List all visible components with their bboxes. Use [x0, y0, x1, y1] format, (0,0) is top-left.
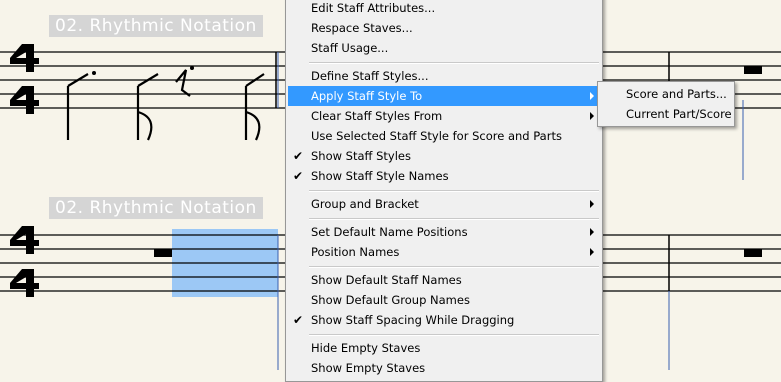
menu-item-show-default-group-names[interactable]: Show Default Group Names	[288, 290, 600, 310]
menu-item-hide-empty-staves[interactable]: Hide Empty Staves	[288, 338, 600, 358]
rhythm-notes	[66, 66, 265, 141]
apply-staff-style-submenu: Score and Parts... Current Part/Score	[597, 81, 735, 127]
menu-item-show-staff-spacing-while-dragging[interactable]: ✔ Show Staff Spacing While Dragging	[288, 310, 600, 330]
menu-item-group-and-bracket[interactable]: Group and Bracket	[288, 194, 600, 214]
menu-separator	[309, 218, 599, 220]
menu-item-apply-staff-style-to[interactable]: Apply Staff Style To	[288, 86, 600, 106]
menu-item-use-selected-staff-style[interactable]: Use Selected Staff Style for Score and P…	[288, 126, 600, 146]
menu-separator	[309, 334, 599, 336]
menu-item-edit-staff-attributes[interactable]: Edit Staff Attributes...	[288, 0, 600, 18]
menu-item-define-staff-styles[interactable]: Define Staff Styles...	[288, 66, 600, 86]
checkmark-icon: ✔	[293, 169, 304, 183]
menu-item-show-empty-staves[interactable]: Show Empty Staves	[288, 358, 600, 378]
submenu-item-score-and-parts[interactable]: Score and Parts...	[600, 84, 732, 104]
menu-item-show-staff-styles[interactable]: ✔ Show Staff Styles	[288, 146, 600, 166]
menu-item-staff-usage[interactable]: Staff Usage...	[288, 38, 600, 58]
submenu-arrow-icon	[590, 228, 594, 236]
staff-2-name[interactable]: 02. Rhythmic Notation	[49, 197, 263, 219]
staff-context-menu: Edit Staff Attributes... Respace Staves.…	[285, 0, 603, 382]
submenu-arrow-icon	[590, 92, 594, 100]
menu-item-position-names[interactable]: Position Names	[288, 242, 600, 262]
staff-1-name[interactable]: 02. Rhythmic Notation	[49, 15, 263, 37]
submenu-arrow-icon	[590, 200, 594, 208]
submenu-item-current-part-score[interactable]: Current Part/Score	[600, 104, 732, 124]
menu-item-respace-staves[interactable]: Respace Staves...	[288, 18, 600, 38]
submenu-arrow-icon	[590, 112, 594, 120]
menu-separator	[309, 266, 599, 268]
checkmark-icon: ✔	[293, 149, 304, 163]
menu-separator	[309, 190, 599, 192]
menu-item-clear-staff-styles-from[interactable]: Clear Staff Styles From	[288, 106, 600, 126]
menu-item-show-default-staff-names[interactable]: Show Default Staff Names	[288, 270, 600, 290]
menu-item-set-default-name-positions[interactable]: Set Default Name Positions	[288, 222, 600, 242]
checkmark-icon: ✔	[293, 313, 304, 327]
menu-separator	[309, 62, 599, 64]
submenu-arrow-icon	[590, 248, 594, 256]
time-signature-1	[10, 44, 39, 114]
menu-item-show-staff-style-names[interactable]: ✔ Show Staff Style Names	[288, 166, 600, 186]
time-signature-2	[10, 226, 39, 297]
